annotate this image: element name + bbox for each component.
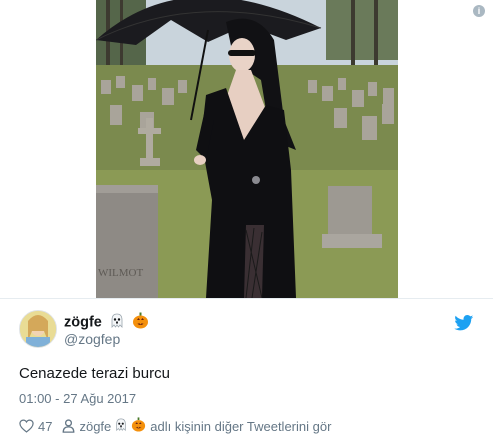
like-count[interactable]: 47 [38, 419, 52, 434]
tweet-photo[interactable]: WILMOT [96, 0, 398, 298]
avatar[interactable] [19, 310, 57, 348]
jack-o-lantern-icon [132, 312, 149, 333]
tweet-media-container: WILMOT i [0, 0, 493, 298]
tombstone-engraving: WILMOT [98, 267, 143, 279]
tweet-text: Cenazede terazi burcu [19, 365, 170, 382]
jack-o-lantern-icon [131, 417, 146, 435]
avatar-image [20, 311, 56, 347]
display-name[interactable]: zögfe [64, 312, 149, 333]
user-handle[interactable]: @zogfep [64, 331, 120, 347]
twitter-bird-icon[interactable] [454, 315, 474, 331]
ghost-icon [114, 418, 128, 435]
more-tweets-link[interactable]: zögfe adlı kişinin diğer Tweetlerini gör [79, 417, 331, 435]
more-tweets-text: adlı kişinin diğer Tweetlerini gör [150, 418, 332, 434]
ghost-icon [109, 313, 125, 333]
info-icon[interactable]: i [473, 5, 485, 17]
person-icon [63, 419, 75, 433]
tweet-timestamp[interactable]: 01:00 - 27 Ağu 2017 [19, 391, 136, 406]
tweet-footer: 47 zögfe adlı kişinin diğer Tweetlerini … [19, 416, 331, 436]
embedded-tweet: zögfe @zogfep Cenazede terazi burcu 01:0… [0, 299, 493, 447]
footer-name: zögfe [79, 418, 112, 434]
cemetery-gothic-woman-image: WILMOT [96, 0, 398, 298]
heart-icon[interactable] [19, 419, 34, 433]
display-name-text: zögfe [64, 314, 102, 331]
